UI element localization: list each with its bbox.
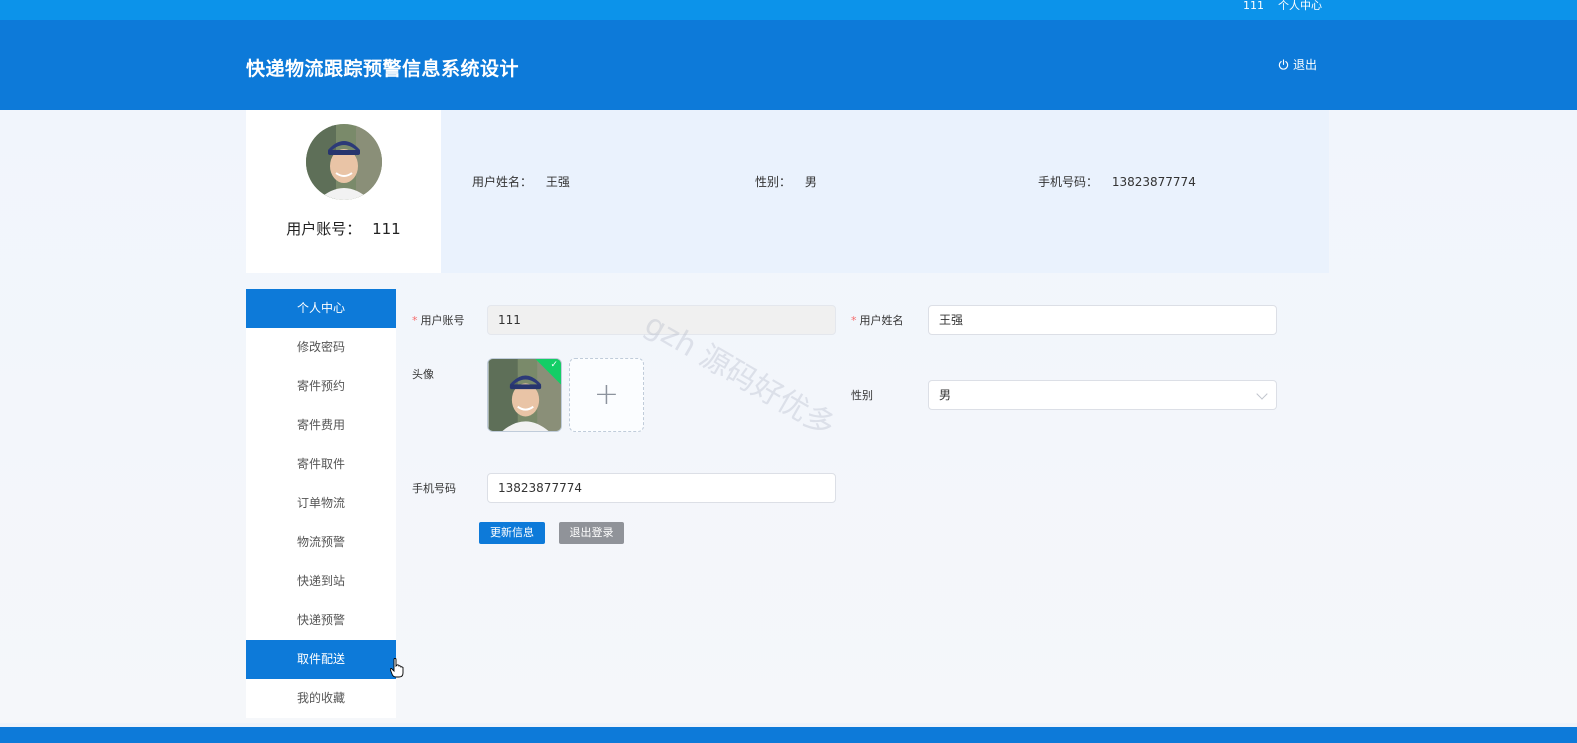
avatar-upload-button[interactable]: + [569, 358, 644, 432]
sidebar-item-shipping-fee[interactable]: 寄件费用 [246, 406, 396, 445]
info-gender: 性别： 男 [755, 173, 817, 190]
info-name: 用户姓名： 王强 [472, 173, 570, 190]
logout-label: 退出 [1293, 58, 1318, 72]
sidebar-item-order-logistics[interactable]: 订单物流 [246, 484, 396, 523]
update-info-button[interactable]: 更新信息 [479, 522, 545, 544]
top-personal-center-link[interactable]: 个人中心 [1278, 0, 1322, 12]
info-phone-value: 13823877774 [1111, 175, 1196, 189]
power-icon [1278, 59, 1289, 70]
form-gender-label: 性别 [851, 389, 873, 402]
gender-select-value: 男 [939, 388, 952, 402]
form-account-label: * 用户账号 [412, 314, 465, 327]
form-phone-label: 手机号码 [412, 482, 456, 495]
phone-input[interactable]: 13823877774 [487, 473, 836, 503]
sidebar-item-logistics-warning[interactable]: 物流预警 [246, 523, 396, 562]
sidebar-item-express-warning[interactable]: 快递预警 [246, 601, 396, 640]
account-label: 用户账号： [286, 220, 362, 238]
sidebar-item-shipping-reservation[interactable]: 寄件预约 [246, 367, 396, 406]
info-gender-label: 性别： [755, 175, 792, 189]
profile-account: 用户账号： 111 [246, 218, 441, 239]
sidebar-menu: 个人中心 修改密码 寄件预约 寄件费用 寄件取件 订单物流 物流预警 快递到站 … [246, 289, 396, 718]
sidebar-item-express-arrival[interactable]: 快递到站 [246, 562, 396, 601]
header: 快递物流跟踪预警信息系统设计 退出 [0, 20, 1577, 110]
profile-card: 用户账号： 111 [246, 110, 441, 273]
avatar [306, 124, 382, 200]
sidebar-item-personal-center[interactable]: 个人中心 [246, 289, 396, 328]
info-phone-label: 手机号码： [1038, 175, 1099, 189]
info-phone: 手机号码： 13823877774 [1038, 173, 1196, 190]
top-account: 111 [1243, 0, 1264, 12]
check-icon: ✓ [550, 360, 558, 370]
form-avatar-label: 头像 [412, 368, 434, 381]
top-bar: 111 个人中心 [0, 0, 1577, 20]
hand-cursor-icon [390, 658, 404, 678]
profile-info-panel [441, 110, 1329, 273]
sidebar-item-shipping-pickup[interactable]: 寄件取件 [246, 445, 396, 484]
sidebar-item-pickup-delivery[interactable]: 取件配送 [246, 640, 396, 679]
sidebar-item-my-favorites[interactable]: 我的收藏 [246, 679, 396, 718]
info-name-label: 用户姓名： [472, 175, 533, 189]
info-gender-value: 男 [804, 175, 817, 189]
header-logout-button[interactable]: 退出 [1278, 56, 1317, 73]
sidebar-item-change-password[interactable]: 修改密码 [246, 328, 396, 367]
chevron-down-icon [1256, 388, 1268, 400]
account-input[interactable]: 111 [487, 305, 836, 335]
required-mark: * [412, 314, 418, 327]
required-mark: * [851, 314, 857, 327]
name-input[interactable]: 王强 [928, 305, 1277, 335]
gender-select[interactable]: 男 [928, 380, 1277, 410]
avatar-thumbnail[interactable]: ✓ [487, 358, 562, 432]
account-value: 111 [372, 220, 401, 238]
form-name-label: * 用户姓名 [851, 314, 904, 327]
plus-icon: + [593, 377, 620, 412]
footer-bar [0, 727, 1577, 743]
logout-button[interactable]: 退出登录 [559, 522, 624, 544]
info-name-value: 王强 [545, 175, 570, 189]
site-title: 快递物流跟踪预警信息系统设计 [246, 58, 520, 80]
